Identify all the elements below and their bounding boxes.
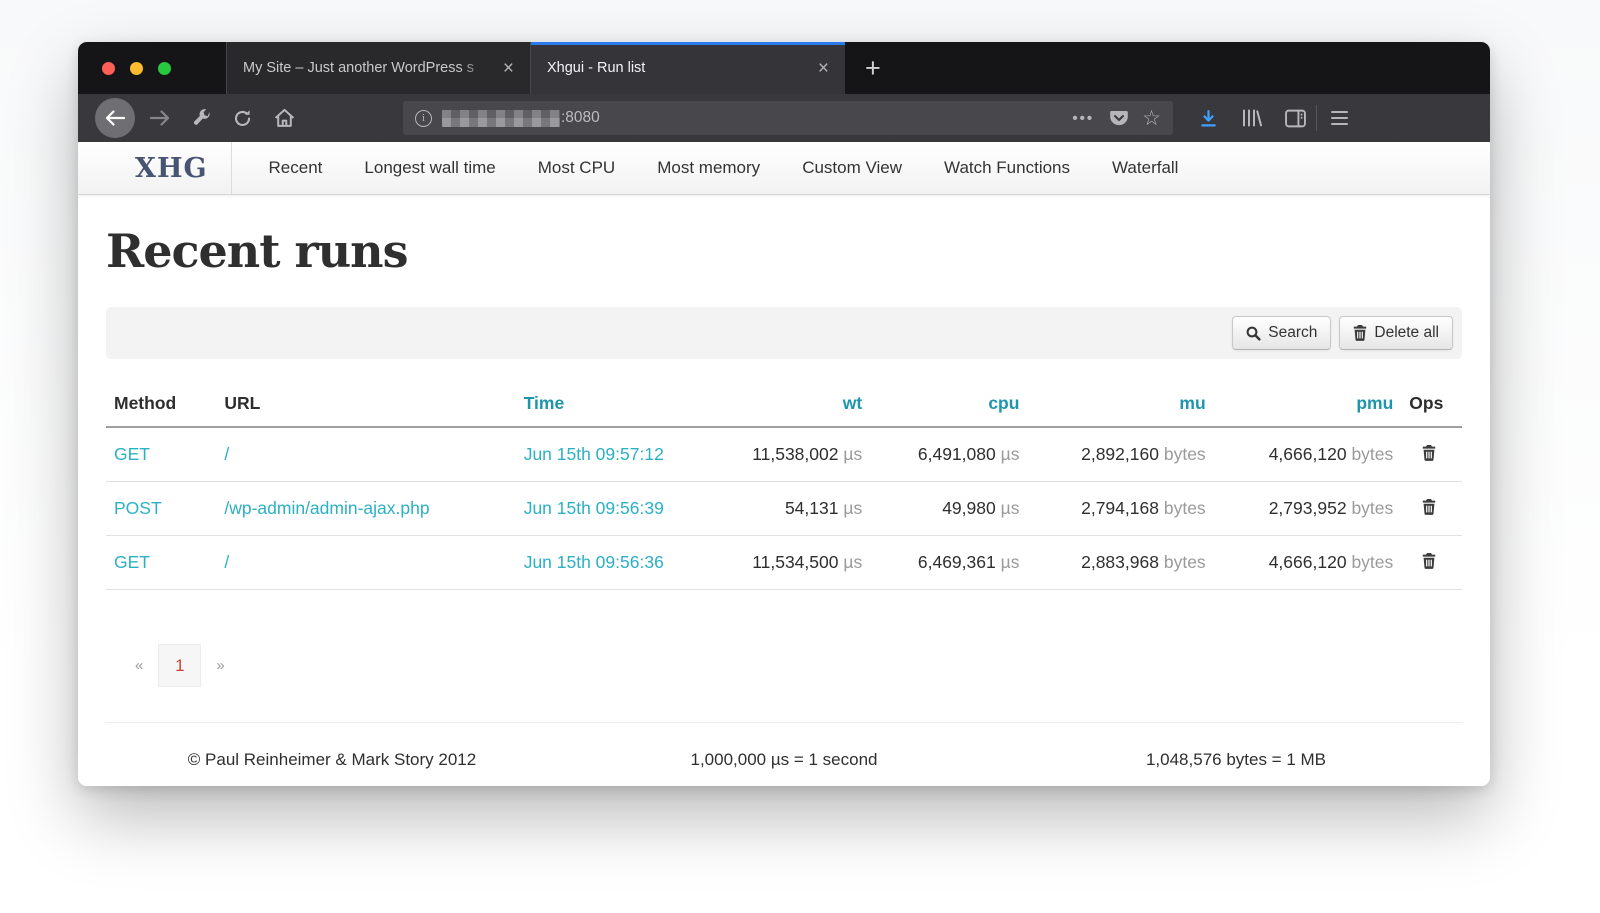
trash-icon xyxy=(1422,445,1436,461)
trash-icon xyxy=(1353,325,1367,341)
col-header-time[interactable]: Time xyxy=(516,385,705,427)
trash-icon xyxy=(1422,499,1436,515)
zoom-window-button[interactable] xyxy=(158,62,171,75)
pocket-icon[interactable] xyxy=(1110,110,1128,127)
footer-copyright: © Paul Reinheimer & Mark Story 2012 xyxy=(106,750,558,770)
col-header-wt[interactable]: wt xyxy=(705,385,871,427)
pagination-page-1[interactable]: 1 xyxy=(158,644,201,687)
forward-arrow-icon xyxy=(149,109,171,127)
delete-run-button[interactable] xyxy=(1420,497,1438,517)
menu-button[interactable] xyxy=(1331,111,1348,125)
pagination: « 1 » xyxy=(120,644,1462,687)
tab-wordpress-site[interactable]: My Site – Just another WordPress s × xyxy=(227,42,531,94)
nav-item-most-cpu[interactable]: Most CPU xyxy=(517,158,636,178)
nav-item-custom-view[interactable]: Custom View xyxy=(781,158,923,178)
page-actions-icon[interactable]: ••• xyxy=(1072,110,1094,127)
address-bar[interactable]: i :8080 ••• ☆ xyxy=(403,101,1173,135)
tab-title: My Site – Just another WordPress s xyxy=(243,60,497,76)
browser-window: My Site – Just another WordPress s × Xhg… xyxy=(78,42,1490,786)
pagination-next[interactable]: » xyxy=(201,657,239,674)
search-button[interactable]: Search xyxy=(1232,316,1331,350)
col-header-url: URL xyxy=(216,385,515,427)
page-title: Recent runs xyxy=(106,225,1462,277)
tab-title: Xhgui - Run list xyxy=(547,60,812,76)
bookmark-star-icon[interactable]: ☆ xyxy=(1142,108,1161,129)
col-header-method: Method xyxy=(106,385,216,427)
redacted-host xyxy=(442,110,560,127)
time-link[interactable]: Jun 15th 09:56:39 xyxy=(524,498,664,518)
browser-toolbar: i :8080 ••• ☆ xyxy=(78,94,1490,142)
new-tab-button[interactable]: + xyxy=(845,42,901,94)
home-icon xyxy=(274,108,295,128)
reload-icon xyxy=(233,109,252,128)
wrench-icon xyxy=(193,109,211,127)
table-row: POST /wp-admin/admin-ajax.php Jun 15th 0… xyxy=(106,482,1462,536)
home-button[interactable] xyxy=(274,108,295,128)
method-link[interactable]: GET xyxy=(114,552,150,572)
forward-button[interactable] xyxy=(149,109,171,127)
delete-run-button[interactable] xyxy=(1420,443,1438,463)
close-tab-icon[interactable]: × xyxy=(812,57,835,80)
footer-memory-note: 1,048,576 bytes = 1 MB xyxy=(1010,750,1462,770)
footer-time-note: 1,000,000 µs = 1 second xyxy=(558,750,1010,770)
downloads-button[interactable] xyxy=(1199,109,1218,128)
xhgui-page: XHG Recent Longest wall time Most CPU Mo… xyxy=(78,142,1490,786)
delete-all-button[interactable]: Delete all xyxy=(1339,316,1453,350)
col-header-mu[interactable]: mu xyxy=(1027,385,1213,427)
library-icon xyxy=(1240,108,1263,128)
download-icon xyxy=(1199,109,1218,128)
url-link[interactable]: / xyxy=(224,444,229,464)
tab-xhgui-run-list[interactable]: Xhgui - Run list × xyxy=(531,42,845,94)
url-link[interactable]: /wp-admin/admin-ajax.php xyxy=(224,498,429,518)
back-button[interactable] xyxy=(95,98,135,138)
trash-icon xyxy=(1422,553,1436,569)
main-nav: Recent Longest wall time Most CPU Most m… xyxy=(248,142,1200,194)
nav-item-watch-functions[interactable]: Watch Functions xyxy=(923,158,1091,178)
nav-item-recent[interactable]: Recent xyxy=(248,158,344,178)
close-tab-icon[interactable]: × xyxy=(497,57,520,80)
runs-table: Method URL Time wt cpu mu pmu Ops GET xyxy=(106,385,1462,590)
nav-item-longest-wall-time[interactable]: Longest wall time xyxy=(343,158,516,178)
table-row: GET / Jun 15th 09:56:36 11,534,500 µs 6,… xyxy=(106,536,1462,590)
nav-item-waterfall[interactable]: Waterfall xyxy=(1091,158,1199,178)
site-info-icon[interactable]: i xyxy=(415,110,432,127)
close-window-button[interactable] xyxy=(102,62,115,75)
method-link[interactable]: GET xyxy=(114,444,150,464)
sidebar-toggle-button[interactable] xyxy=(1285,109,1306,128)
window-controls xyxy=(78,42,227,94)
col-header-cpu[interactable]: cpu xyxy=(870,385,1027,427)
method-link[interactable]: POST xyxy=(114,498,162,518)
minimize-window-button[interactable] xyxy=(130,62,143,75)
delete-run-button[interactable] xyxy=(1420,551,1438,571)
sidebar-icon xyxy=(1285,109,1306,128)
app-navbar: XHG Recent Longest wall time Most CPU Mo… xyxy=(78,142,1490,195)
search-icon xyxy=(1246,326,1261,341)
table-header-row: Method URL Time wt cpu mu pmu Ops xyxy=(106,385,1462,427)
time-link[interactable]: Jun 15th 09:57:12 xyxy=(524,444,664,464)
actions-bar: Search Delete all xyxy=(106,307,1462,359)
browser-tab-bar: My Site – Just another WordPress s × Xhg… xyxy=(78,42,1490,94)
nav-item-most-memory[interactable]: Most memory xyxy=(636,158,781,178)
url-port-text: :8080 xyxy=(561,109,600,127)
col-header-ops: Ops xyxy=(1401,385,1462,427)
desktop-background: My Site – Just another WordPress s × Xhg… xyxy=(0,0,1600,913)
time-link[interactable]: Jun 15th 09:56:36 xyxy=(524,552,664,572)
reload-button[interactable] xyxy=(233,109,252,128)
library-button[interactable] xyxy=(1240,108,1263,128)
page-footer: © Paul Reinheimer & Mark Story 2012 1,00… xyxy=(106,722,1462,770)
col-header-pmu[interactable]: pmu xyxy=(1214,385,1402,427)
developer-tools-button[interactable] xyxy=(193,109,211,127)
back-arrow-icon xyxy=(104,109,126,127)
table-row: GET / Jun 15th 09:57:12 11,538,002 µs 6,… xyxy=(106,427,1462,482)
brand-logo[interactable]: XHG xyxy=(78,142,232,194)
url-link[interactable]: / xyxy=(224,552,229,572)
pagination-prev[interactable]: « xyxy=(120,657,158,674)
